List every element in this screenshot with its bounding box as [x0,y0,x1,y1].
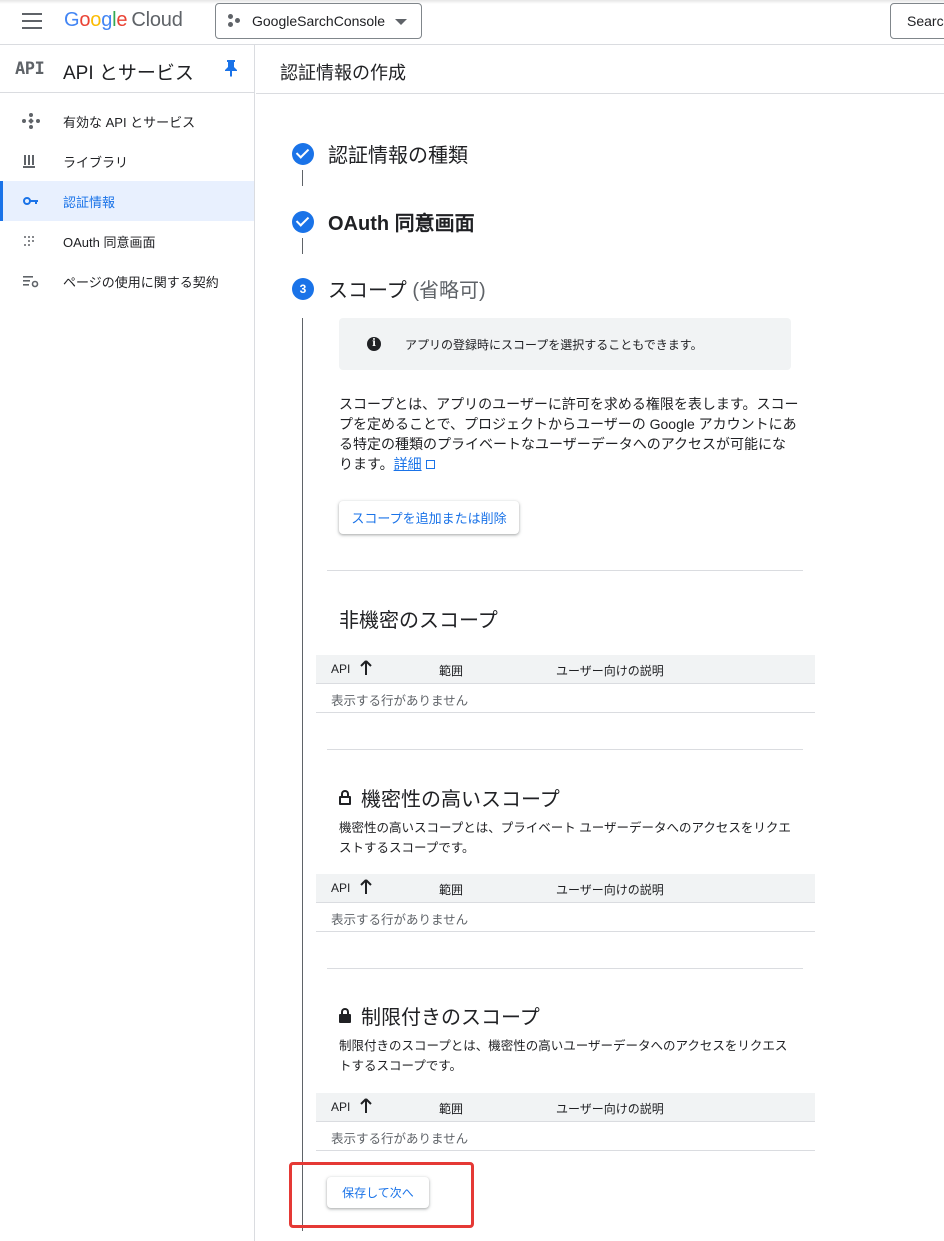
consent-dots-icon [24,236,34,246]
save-and-continue-button[interactable]: 保存して次へ [327,1177,429,1208]
lock-icon [339,1008,351,1023]
sidebar-item-enabled-apis[interactable]: 有効な API とサービス [0,101,254,141]
step-scopes[interactable]: 3 スコープ (省略可) [292,274,486,303]
details-link[interactable]: 詳細 [394,456,422,472]
api-services-icon [22,113,40,129]
table-empty-row: 表示する行がありません [316,903,815,932]
external-link-icon [425,460,435,469]
column-header-description: ユーザー向けの説明 [556,664,664,678]
divider [327,570,803,571]
api-icon: API [15,59,45,79]
info-text: アプリの登録時にスコープを選択することもできます。 [405,338,703,352]
divider [327,968,803,969]
sidebar-item-label: ライブラリ [63,154,129,170]
column-header-description: ユーザー向けの説明 [556,883,664,897]
sidebar: API API とサービス 有効な API とサービス ライブラリ 認証情報 O… [0,45,255,1241]
step-label: OAuth 同意画面 [328,213,475,235]
step-optional-label: (省略可) [412,280,486,302]
section-description: 制限付きのスコープとは、機密性の高いユーザーデータへのアクセスをリクエストするス… [339,1039,788,1073]
scope-description: スコープとは、アプリのユーザーに許可を求める権限を表します。スコープを定めること… [339,396,799,472]
column-header-api[interactable]: API [331,1100,350,1114]
sidebar-item-label: 有効な API とサービス [63,114,196,130]
step-oauth-consent[interactable]: OAuth 同意画面 [292,207,475,236]
step-number: 3 [292,277,314,300]
column-header-api[interactable]: API [331,662,350,676]
chevron-down-icon [395,19,407,25]
table-empty-row: 表示する行がありません [316,1122,815,1151]
settings-list-icon [23,276,39,288]
info-icon: i [367,337,381,351]
column-header-api[interactable]: API [331,881,350,895]
table-header: API 範囲 ユーザー向けの説明 [316,874,815,903]
top-bar: GoogleCloud GoogleSarchConsole Search [0,0,944,45]
step-connector [302,170,303,186]
library-icon [23,155,35,168]
lock-open-icon [339,790,351,805]
project-selector[interactable]: GoogleSarchConsole [215,3,422,39]
sidebar-title: API とサービス [63,63,194,84]
check-circle-icon [292,210,314,233]
column-header-description: ユーザー向けの説明 [556,1102,664,1116]
table-header: API 範囲 ユーザー向けの説明 [316,655,815,684]
check-circle-icon [292,142,314,165]
project-name: GoogleSarchConsole [252,13,386,29]
step-label: スコープ (省略可) [328,280,486,302]
page-header: 認証情報の作成 [256,45,944,94]
section-title: 非機密のスコープ [339,610,498,632]
add-remove-scopes-button[interactable]: スコープを追加または削除 [339,501,519,534]
step-credential-type[interactable]: 認証情報の種類 [292,139,468,168]
search-button[interactable]: Search [890,3,944,39]
sidebar-item-oauth-consent[interactable]: OAuth 同意画面 [0,221,254,261]
sidebar-item-page-usage-agreements[interactable]: ページの使用に関する契約 [0,261,254,301]
info-banner: i アプリの登録時にスコープを選択することもできます。 [339,318,791,370]
sidebar-item-label: 認証情報 [63,194,116,210]
sidebar-item-label: ページの使用に関する契約 [63,274,219,290]
pin-icon[interactable] [224,59,238,77]
table-empty-row: 表示する行がありません [316,684,815,713]
divider [327,749,803,750]
sidebar-item-credentials[interactable]: 認証情報 [0,181,254,221]
main-menu-icon[interactable] [22,13,42,29]
section-title: 制限付きのスコープ [339,1001,540,1030]
step-connector [302,238,303,254]
arrow-up-icon[interactable] [360,660,372,676]
column-header-scope: 範囲 [439,1102,464,1116]
table-header: API 範囲 ユーザー向けの説明 [316,1093,815,1122]
page-title: 認証情報の作成 [280,63,406,83]
step-content-line [302,318,303,1231]
key-icon [23,197,38,205]
sidebar-item-label: OAuth 同意画面 [63,234,156,250]
arrow-up-icon[interactable] [360,879,372,895]
step-label: 認証情報の種類 [328,145,468,167]
sidebar-item-library[interactable]: ライブラリ [0,141,254,181]
column-header-scope: 範囲 [439,883,464,897]
section-description: 機密性の高いスコープとは、プライベート ユーザーデータへのアクセスをリクエストす… [339,821,791,855]
google-cloud-logo[interactable]: Google Cloud [64,9,183,32]
arrow-up-icon[interactable] [360,1098,372,1114]
sidebar-header: API API とサービス [0,45,254,93]
section-title: 機密性の高いスコープ [339,783,560,812]
project-icon [228,14,242,28]
column-header-scope: 範囲 [439,664,464,678]
